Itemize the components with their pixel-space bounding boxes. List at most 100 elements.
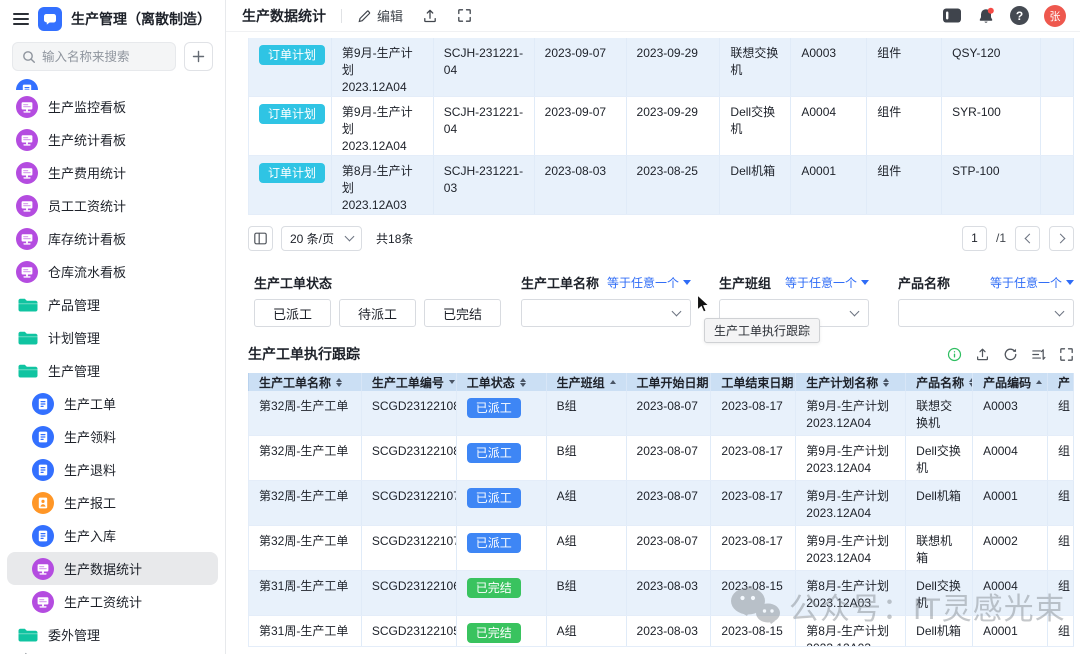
table-cell: 2023-09-07 — [535, 97, 627, 155]
sidebar-item[interactable]: 库存统计看板 — [7, 222, 218, 255]
table-cell: 2023-09-07 — [535, 38, 627, 96]
chevron-left-icon — [1024, 233, 1034, 243]
table-row[interactable]: 第32周-生产工单SCGD23122107已派工A组2023-08-072023… — [248, 526, 1074, 571]
table-row[interactable]: 订单计划第8月-生产计划 2023.12A03SCJH-231221- 0320… — [248, 156, 1074, 215]
table-cell: SYR-100 — [942, 97, 1041, 155]
sidebar-item[interactable]: 生产领料 — [7, 420, 218, 453]
column-header[interactable]: 产品名称 — [906, 373, 973, 391]
panel-toggle-button[interactable] — [942, 7, 962, 24]
column-header[interactable]: 生产工单编号 — [362, 373, 457, 391]
sort-order-button[interactable] — [1031, 347, 1046, 362]
sidebar-item-label: 委外管理 — [48, 625, 100, 644]
bell-icon — [977, 7, 995, 25]
sidebar-item[interactable]: 生产报工 — [7, 486, 218, 519]
status-filter-button[interactable]: 待派工 — [339, 299, 416, 327]
sidebar-item-label: 生产领料 — [64, 427, 116, 446]
column-header[interactable]: 生产计划名称 — [796, 373, 906, 391]
document-icon — [16, 79, 38, 90]
sidebar-item[interactable]: 产品管理 — [7, 288, 218, 321]
current-page[interactable]: 1 — [962, 226, 987, 251]
table-row[interactable]: 第32周-生产工单SCGD23122107已派工A组2023-08-072023… — [248, 481, 1074, 526]
total-count: 共18条 — [376, 230, 413, 247]
filter-operator-link[interactable]: 等于任意一个 — [607, 274, 691, 291]
sidebar-item[interactable]: 生产工资统计 — [7, 585, 218, 618]
chevron-down-icon — [1055, 307, 1065, 317]
table-cell: 2023-08-15 — [711, 571, 796, 615]
filter-label: 产品名称 — [898, 273, 950, 292]
page-size-select[interactable]: 20 条/页 — [281, 226, 362, 251]
track-table: 生产工单名称生产工单编号工单状态生产班组工单开始日期工单结束日期生产计划名称产品… — [248, 373, 1074, 647]
refresh-button[interactable] — [1003, 347, 1018, 362]
sidebar-item-label: 生产工单 — [64, 394, 116, 413]
divider — [341, 9, 342, 23]
table-cell: A0001 — [791, 156, 867, 214]
column-header[interactable]: 工单状态 — [457, 373, 547, 391]
column-header[interactable]: 生产工单名称 — [249, 373, 362, 391]
status-filter-button[interactable]: 已完结 — [424, 299, 501, 327]
report-icon — [32, 492, 54, 514]
column-settings-button[interactable] — [248, 226, 273, 251]
table-fullscreen-button[interactable] — [1059, 347, 1074, 362]
filter-label: 生产班组 — [719, 273, 771, 292]
dashboard-icon — [16, 162, 38, 184]
edit-label: 编辑 — [377, 6, 403, 25]
status-filter-button[interactable]: 已派工 — [254, 299, 331, 327]
sidebar-item[interactable]: 生产退料 — [7, 453, 218, 486]
share-button[interactable] — [422, 8, 438, 24]
table-cell: B组 — [547, 391, 627, 435]
table-cell: 第9月-生产计划 2023.12A04 — [332, 97, 434, 155]
edit-button[interactable]: 编辑 — [357, 6, 403, 25]
filter-operator-link[interactable]: 等于任意一个 — [990, 274, 1074, 291]
table-row[interactable]: 第32周-生产工单SCGD23122108已派工B组2023-08-072023… — [248, 391, 1074, 436]
next-page-button[interactable] — [1049, 226, 1074, 251]
table-cell: QSY-120 — [942, 38, 1041, 96]
table-row[interactable]: 第32周-生产工单SCGD23122108已派工B组2023-08-072023… — [248, 436, 1074, 481]
table-cell: A组 — [547, 526, 627, 570]
table-row[interactable]: 订单计划第9月-生产计划 2023.12A04SCJH-231221- 0420… — [248, 97, 1074, 156]
help-button[interactable]: ? — [1010, 6, 1029, 25]
export-button[interactable] — [975, 347, 990, 362]
sidebar-item[interactable]: 生产费用统计 — [7, 156, 218, 189]
menu-toggle-icon[interactable] — [13, 13, 29, 25]
document-icon — [32, 426, 54, 448]
prev-page-button[interactable] — [1015, 226, 1040, 251]
sidebar-item[interactable]: 生产入库 — [7, 519, 218, 552]
table-row[interactable]: 订单计划第9月-生产计划 2023.12A04SCJH-231221- 0420… — [248, 38, 1074, 97]
table-cell: SCGD23122108 — [362, 436, 457, 480]
table-cell: 组 — [1048, 436, 1074, 480]
sidebar-item[interactable]: 仓库流水看板 — [7, 255, 218, 288]
topbar: 生产数据统计 编辑 ? 张 — [226, 0, 1080, 32]
sidebar-item[interactable]: 生产管理 — [7, 354, 218, 387]
table-cell: 第9月-生产计划 2023.12A04 — [796, 391, 906, 435]
table-cell: 第8月-生产计划 2023.12A03 — [796, 616, 906, 646]
filter-select[interactable] — [521, 299, 691, 327]
notifications-button[interactable] — [977, 7, 995, 25]
add-button[interactable] — [184, 42, 213, 71]
table-row[interactable]: 第31周-生产工单SCGD23122106已完结B组2023-08-032023… — [248, 571, 1074, 616]
table-row[interactable]: 第31周-生产工单SCGD23122105已完结A组2023-08-032023… — [248, 616, 1074, 647]
column-header[interactable]: 工单结束日期 — [711, 373, 796, 391]
sidebar-item[interactable]: 计划管理 — [7, 321, 218, 354]
sidebar-item[interactable]: 生产监控看板 — [7, 90, 218, 123]
sidebar-item[interactable]: 生产工单 — [7, 387, 218, 420]
sidebar-item[interactable]: 委外管理 — [7, 618, 218, 651]
info-button[interactable] — [947, 347, 962, 362]
folder-icon — [16, 624, 38, 646]
search-input[interactable] — [42, 50, 166, 64]
column-header[interactable]: 工单开始日期 — [627, 373, 712, 391]
status-badge: 已派工 — [467, 488, 521, 508]
filter-operator-link[interactable]: 等于任意一个 — [785, 274, 869, 291]
column-header[interactable]: 产 — [1048, 373, 1074, 391]
dashboard-icon — [16, 228, 38, 250]
column-header[interactable]: 产品编码 — [973, 373, 1048, 391]
table-cell: SCGD23122106 — [362, 571, 457, 615]
sidebar-item[interactable]: 生产数据统计 — [7, 552, 218, 585]
fullscreen-button[interactable] — [457, 8, 472, 23]
search-input-wrap[interactable] — [12, 42, 176, 71]
column-header[interactable]: 生产班组 — [547, 373, 627, 391]
avatar[interactable]: 张 — [1044, 5, 1066, 27]
filter-select[interactable] — [898, 299, 1074, 327]
sidebar-item-partial[interactable] — [7, 77, 218, 90]
sidebar-item[interactable]: 生产统计看板 — [7, 123, 218, 156]
sidebar-item[interactable]: 员工工资统计 — [7, 189, 218, 222]
